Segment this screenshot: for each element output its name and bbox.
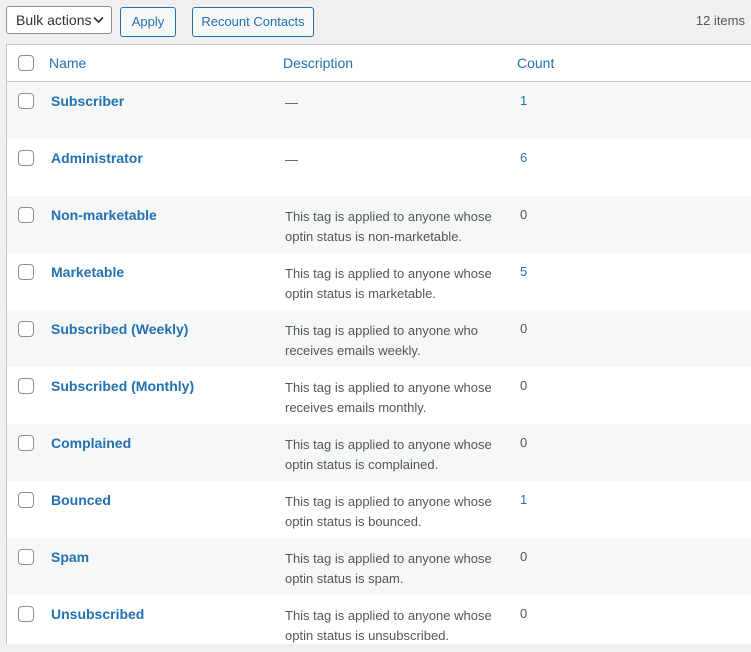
tag-count: 0 bbox=[520, 435, 528, 450]
tag-count[interactable]: 5 bbox=[520, 264, 527, 279]
tag-name-link[interactable]: Complained bbox=[51, 435, 131, 451]
tag-count[interactable]: 1 bbox=[520, 492, 527, 507]
row-checkbox[interactable] bbox=[18, 378, 34, 394]
chevron-down-icon bbox=[93, 16, 104, 24]
table-row: Bounced This tag is applied to anyone who… bbox=[7, 481, 751, 538]
tag-name-link[interactable]: Non-marketable bbox=[51, 207, 157, 223]
bulk-actions-select[interactable]: Bulk actions bbox=[6, 6, 112, 34]
table-row: Subscriber — 1 bbox=[7, 82, 751, 139]
tag-name-link[interactable]: Unsubscribed bbox=[51, 606, 144, 622]
tag-description: — bbox=[285, 95, 298, 110]
table-row: Unsubscribed This tag is applied to anyon… bbox=[7, 595, 751, 652]
tag-description: This tag is applied to anyone whose rece… bbox=[285, 380, 492, 415]
table-row: Marketable This tag is applied to anyone … bbox=[7, 253, 751, 310]
tag-description: This tag is applied to anyone who receiv… bbox=[285, 323, 478, 358]
table-body: Subscriber — 1 Administrator — 6 Non-marketabl… bbox=[7, 82, 751, 652]
items-count: 12 items bbox=[695, 13, 745, 28]
tag-count[interactable]: 6 bbox=[520, 150, 527, 165]
tag-description: This tag is applied to anyone whose opti… bbox=[285, 437, 492, 472]
tablenav-top: Bulk actions Apply Recount Contacts 12 i… bbox=[0, 0, 751, 44]
tag-name-link[interactable]: Bounced bbox=[51, 492, 111, 508]
tag-count: 0 bbox=[520, 378, 528, 393]
tag-description: This tag is applied to anyone whose opti… bbox=[285, 266, 492, 301]
tag-name-link[interactable]: Administrator bbox=[51, 150, 143, 166]
bulk-actions-label: Bulk actions bbox=[16, 12, 92, 28]
tags-table: Name Description Count Subscriber — 1 Admin… bbox=[6, 44, 751, 644]
tag-description: This tag is applied to anyone whose opti… bbox=[285, 551, 492, 586]
row-checkbox[interactable] bbox=[18, 264, 34, 280]
tag-name-link[interactable]: Subscribed (Monthly) bbox=[51, 378, 194, 394]
tag-description: This tag is applied to anyone whose opti… bbox=[285, 608, 492, 643]
table-row: Complained This tag is applied to anyone … bbox=[7, 424, 751, 481]
tag-name-link[interactable]: Subscribed (Weekly) bbox=[51, 321, 188, 337]
apply-button[interactable]: Apply bbox=[120, 7, 176, 37]
column-description-header[interactable]: Description bbox=[283, 55, 353, 71]
tag-description: This tag is applied to anyone whose opti… bbox=[285, 209, 492, 244]
tag-description: — bbox=[285, 152, 298, 167]
row-checkbox[interactable] bbox=[18, 93, 34, 109]
table-row: Non-marketable This tag is applied to any… bbox=[7, 196, 751, 253]
row-checkbox[interactable] bbox=[18, 492, 34, 508]
row-checkbox[interactable] bbox=[18, 435, 34, 451]
column-count-header[interactable]: Count bbox=[517, 55, 554, 71]
tag-count: 0 bbox=[520, 321, 528, 336]
row-checkbox[interactable] bbox=[18, 207, 34, 223]
row-checkbox[interactable] bbox=[18, 606, 34, 622]
table-row: Spam This tag is applied to anyone whose … bbox=[7, 538, 751, 595]
select-all-checkbox[interactable] bbox=[18, 55, 34, 71]
table-row: Subscribed (Weekly) This tag is applied t… bbox=[7, 310, 751, 367]
column-name-header[interactable]: Name bbox=[49, 55, 86, 71]
row-checkbox[interactable] bbox=[18, 150, 34, 166]
tag-name-link[interactable]: Spam bbox=[51, 549, 89, 565]
recount-contacts-button[interactable]: Recount Contacts bbox=[192, 7, 314, 37]
table-row: Administrator — 6 bbox=[7, 139, 751, 196]
table-row: Subscribed (Monthly) This tag is applied … bbox=[7, 367, 751, 424]
tag-count: 0 bbox=[520, 549, 528, 564]
row-checkbox[interactable] bbox=[18, 549, 34, 565]
tag-name-link[interactable]: Marketable bbox=[51, 264, 124, 280]
tag-name-link[interactable]: Subscriber bbox=[51, 93, 124, 109]
row-checkbox[interactable] bbox=[18, 321, 34, 337]
tag-count[interactable]: 1 bbox=[520, 93, 527, 108]
tag-description: This tag is applied to anyone whose opti… bbox=[285, 494, 492, 529]
tag-count: 0 bbox=[520, 207, 528, 222]
tag-count: 0 bbox=[520, 606, 528, 621]
table-header: Name Description Count bbox=[7, 45, 751, 82]
